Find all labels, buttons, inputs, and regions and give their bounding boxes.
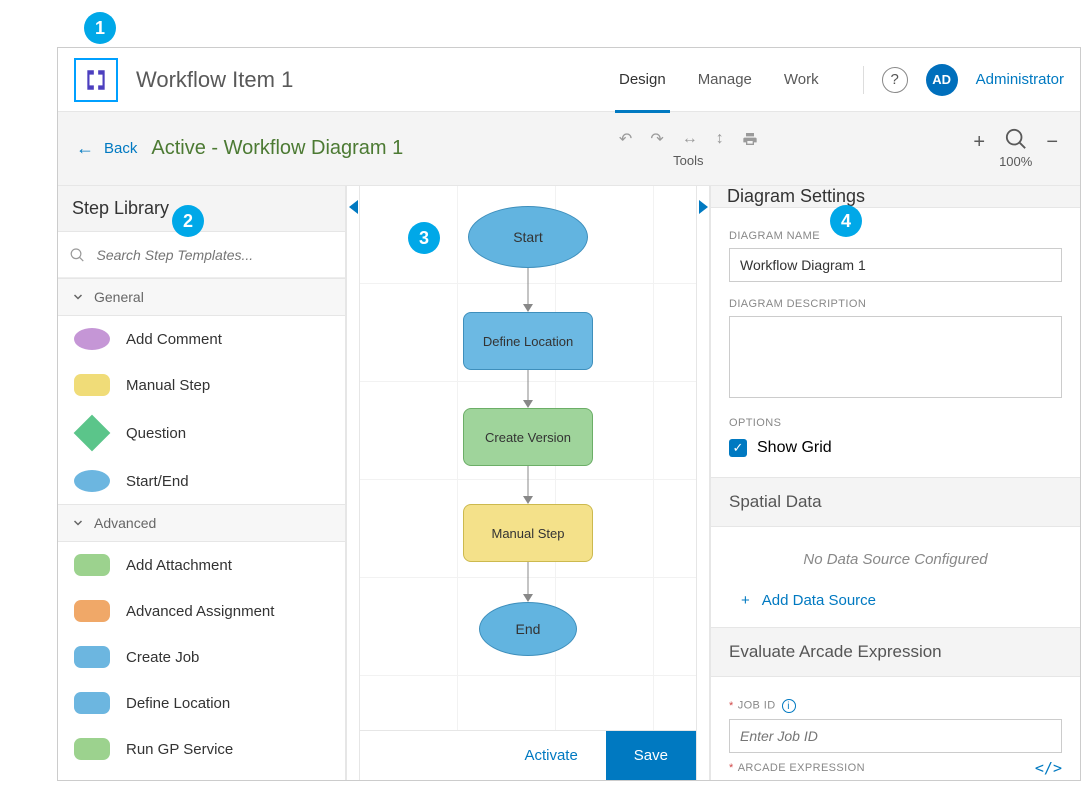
chevron-down-icon	[72, 517, 84, 529]
diagram-name-input[interactable]	[729, 248, 1062, 282]
plus-icon: +	[741, 592, 750, 609]
node-start[interactable]: Start	[468, 206, 588, 268]
rect-icon	[74, 738, 110, 760]
step-create-job[interactable]: Create Job	[58, 634, 345, 680]
callout-3: 3	[408, 222, 440, 254]
tools-group: ↶ ↷ ↔ ↕ Tools	[619, 129, 758, 168]
diamond-icon	[74, 415, 111, 452]
arrowhead-icon	[523, 400, 533, 408]
top-bar: Workflow Item 1 Design Manage Work ? AD …	[58, 48, 1080, 112]
zoom-out-button[interactable]: −	[1046, 128, 1058, 152]
job-id-label: *JOB IDi	[729, 699, 1062, 713]
diagram-desc-input[interactable]	[729, 316, 1062, 398]
show-grid-checkbox[interactable]: ✓	[729, 439, 747, 457]
diagram-title: Active - Workflow Diagram 1	[151, 137, 403, 160]
callout-2: 2	[172, 205, 204, 237]
show-grid-label: Show Grid	[757, 439, 832, 457]
diagram-canvas[interactable]: Start Define Location Create Version Man…	[360, 186, 696, 730]
diagram-desc-label: DIAGRAM DESCRIPTION	[729, 298, 1062, 310]
category-general[interactable]: General	[58, 278, 345, 316]
zoom-percent: 100%	[999, 154, 1032, 169]
edge	[528, 466, 529, 496]
magnifier-icon[interactable]	[1005, 128, 1027, 150]
options-label: OPTIONS	[729, 417, 1062, 429]
rect-icon	[74, 646, 110, 668]
info-icon[interactable]: i	[782, 699, 796, 713]
main-area: Step Library General Add Comment Manual …	[58, 186, 1080, 780]
step-question[interactable]: Question	[58, 408, 345, 458]
divider	[863, 66, 864, 94]
add-data-source-link[interactable]: +Add Data Source	[711, 580, 1080, 627]
node-create-version[interactable]: Create Version	[463, 408, 593, 466]
edge	[528, 370, 529, 400]
rect-icon	[74, 600, 110, 622]
canvas-area: Start Define Location Create Version Man…	[360, 186, 696, 780]
arrowhead-icon	[523, 594, 533, 602]
nav-design[interactable]: Design	[615, 48, 670, 112]
oval-icon	[74, 470, 110, 492]
activate-button[interactable]: Activate	[496, 731, 605, 780]
step-library-panel: Step Library General Add Comment Manual …	[58, 186, 346, 780]
search-icon	[70, 247, 84, 263]
back-link[interactable]: Back	[104, 140, 137, 157]
help-icon[interactable]: ?	[882, 67, 908, 93]
avatar[interactable]: AD	[926, 64, 958, 96]
diagram-name-label: DIAGRAM NAME	[729, 230, 1062, 242]
arcade-expression-label: *ARCADE EXPRESSION	[729, 762, 865, 774]
save-button[interactable]: Save	[606, 731, 696, 780]
step-run-gp[interactable]: Run GP Service	[58, 726, 345, 772]
toolbar: ← Back Active - Workflow Diagram 1 ↶ ↷ ↔…	[58, 112, 1080, 186]
diagram-settings-title: Diagram Settings	[711, 186, 1080, 208]
step-start-end[interactable]: Start/End	[58, 458, 345, 504]
nav-work[interactable]: Work	[780, 48, 823, 112]
app-window: Workflow Item 1 Design Manage Work ? AD …	[57, 47, 1081, 781]
node-manual-step[interactable]: Manual Step	[463, 504, 593, 562]
step-add-comment[interactable]: Add Comment	[58, 316, 345, 362]
search-input[interactable]	[94, 246, 333, 264]
arrowhead-icon	[523, 304, 533, 312]
step-manual[interactable]: Manual Step	[58, 362, 345, 408]
zoom-in-button[interactable]: +	[973, 128, 985, 152]
job-id-input[interactable]	[729, 719, 1062, 753]
chevron-down-icon	[72, 291, 84, 303]
edge	[528, 268, 529, 304]
step-adv-assignment[interactable]: Advanced Assignment	[58, 588, 345, 634]
arrowhead-icon	[523, 496, 533, 504]
workflow-icon	[83, 67, 109, 93]
edge	[528, 562, 529, 594]
callout-1: 1	[84, 12, 116, 44]
align-vertical-icon[interactable]: ↕	[716, 129, 724, 149]
page-title: Workflow Item 1	[136, 67, 293, 93]
back-arrow-icon[interactable]: ←	[76, 138, 94, 159]
step-define-location[interactable]: Define Location	[58, 680, 345, 726]
no-source-text: No Data Source Configured	[711, 527, 1080, 580]
spatial-data-head: Spatial Data	[711, 477, 1080, 527]
rect-icon	[74, 692, 110, 714]
code-icon[interactable]: </>	[1035, 759, 1062, 777]
print-icon[interactable]	[742, 129, 758, 149]
rect-icon	[74, 374, 110, 396]
node-define-location[interactable]: Define Location	[463, 312, 593, 370]
undo-icon[interactable]: ↶	[619, 129, 632, 149]
username-link[interactable]: Administrator	[976, 71, 1064, 88]
oval-icon	[74, 328, 110, 350]
collapse-left[interactable]	[346, 186, 360, 780]
step-add-attachment[interactable]: Add Attachment	[58, 542, 345, 588]
category-advanced[interactable]: Advanced	[58, 504, 345, 542]
node-end[interactable]: End	[479, 602, 577, 656]
rect-icon	[74, 554, 110, 576]
callout-4: 4	[830, 205, 862, 237]
canvas-footer: Activate Save	[360, 730, 696, 780]
collapse-right[interactable]	[696, 186, 710, 780]
caret-left-icon	[349, 200, 358, 214]
tools-label: Tools	[619, 153, 758, 168]
caret-right-icon	[699, 200, 708, 214]
app-logo[interactable]	[74, 58, 118, 102]
redo-icon[interactable]: ↷	[650, 129, 663, 149]
diagram-settings-panel: Diagram Settings DIAGRAM NAME DIAGRAM DE…	[710, 186, 1080, 780]
nav-manage[interactable]: Manage	[694, 48, 756, 112]
align-horizontal-icon[interactable]: ↔	[682, 129, 698, 149]
arcade-head: Evaluate Arcade Expression	[711, 627, 1080, 677]
